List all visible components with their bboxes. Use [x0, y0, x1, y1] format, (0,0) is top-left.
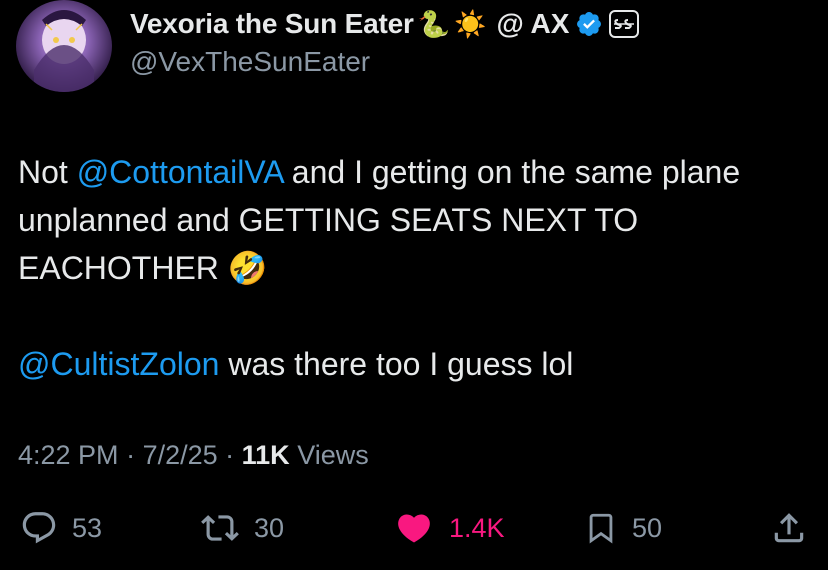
share-icon [774, 513, 804, 543]
tweet-paragraph-1: Not @CottontailVA and I getting on the s… [18, 148, 818, 292]
tweet-text: Not @CottontailVA and I getting on the s… [18, 148, 818, 388]
repost-count: 30 [254, 512, 285, 543]
tweet-paragraph-2: @CultistZolon was there too I guess lol [18, 340, 818, 388]
mention-link[interactable]: @CultistZolon [18, 346, 219, 382]
text-segment: was there too I guess lol [219, 346, 574, 382]
like-count: 1.4K [449, 512, 505, 543]
repost-button[interactable]: 30 [200, 508, 284, 548]
mention-link[interactable]: @CottontailVA [77, 154, 283, 190]
reply-button[interactable]: 53 [20, 508, 102, 548]
tweet-time[interactable]: 4:22 PM [18, 440, 119, 470]
tweet-meta: 4:22 PM · 7/2/25 · 11K Views [18, 440, 369, 471]
author-handle[interactable]: @VexTheSunEater [130, 46, 370, 78]
share-button[interactable] [770, 508, 808, 548]
reply-count: 53 [72, 512, 103, 543]
bookmark-button[interactable]: 50 [584, 508, 662, 548]
views-label: Views [289, 440, 369, 470]
text-segment: Not [18, 154, 77, 190]
verified-badge-icon[interactable] [575, 10, 603, 38]
affiliation-text: @ AX [496, 8, 570, 39]
avatar[interactable] [16, 0, 112, 92]
rofl-emoji: 🤣 [227, 250, 268, 286]
tweet-detail: Vexoria the Sun Eater 🐍 ☀️ @ AX @VexTheS… [0, 0, 828, 570]
heart-icon [398, 514, 430, 543]
affiliation-badge-icon[interactable] [609, 10, 640, 38]
tweet-date[interactable]: 7/2/25 [143, 440, 218, 470]
views-count: 11K [241, 440, 290, 470]
separator: · [118, 440, 143, 470]
display-name[interactable]: Vexoria the Sun Eater [130, 8, 414, 40]
like-button[interactable]: 1.4K [393, 508, 505, 548]
snake-emoji: 🐍 [417, 9, 451, 39]
repost-icon [201, 515, 239, 541]
bookmark-count: 50 [632, 512, 663, 543]
bookmark-icon [589, 513, 613, 544]
reply-icon [22, 512, 56, 544]
sun-emoji: ☀️ [454, 9, 487, 39]
separator: · [217, 440, 242, 470]
author-name-row: Vexoria the Sun Eater 🐍 ☀️ @ AX [130, 6, 640, 42]
